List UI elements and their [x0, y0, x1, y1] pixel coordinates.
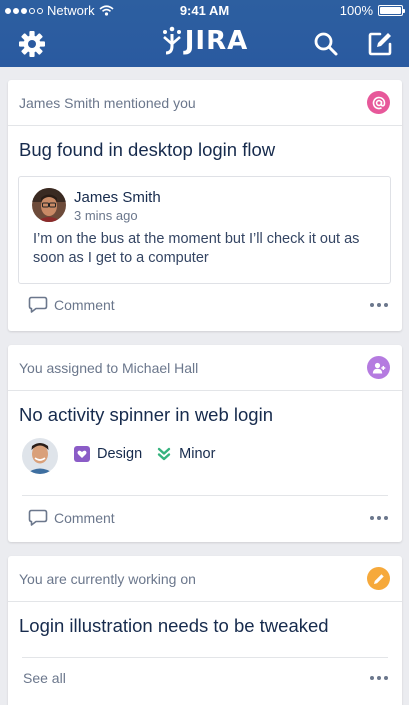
see-all-label: See all	[23, 670, 66, 686]
search-button[interactable]	[310, 28, 342, 60]
card-header: James Smith mentioned you	[8, 80, 402, 126]
card-header: You assigned to Michael Hall	[8, 345, 402, 391]
assigned-card[interactable]: You assigned to Michael Hall No activity…	[8, 345, 402, 542]
card-footer: Comment	[8, 282, 402, 328]
issue-title[interactable]: Bug found in desktop login flow	[8, 139, 286, 161]
app-header: Network 9:41 AM 100% JIRA	[0, 0, 409, 67]
comment-button-label: Comment	[54, 297, 115, 313]
issue-title[interactable]: No activity spinner in web login	[8, 404, 284, 426]
comment-preview[interactable]: James Smith 3 mins ago I’m on the bus at…	[18, 176, 391, 284]
avatar	[32, 188, 66, 222]
component-tag: Design	[74, 446, 142, 462]
mention-card[interactable]: James Smith mentioned you Bug found in d…	[8, 80, 402, 331]
heart-icon	[74, 446, 90, 462]
status-bar: Network 9:41 AM 100%	[0, 0, 409, 20]
comment-icon	[28, 509, 48, 526]
card-footer: See all	[8, 655, 402, 701]
jira-logo-text: JIRA	[184, 26, 249, 56]
issue-title[interactable]: Login illustration needs to be tweaked	[8, 615, 340, 637]
priority-tag: Minor	[156, 446, 215, 462]
compose-icon	[368, 32, 392, 56]
component-tag-label: Design	[97, 446, 143, 462]
assignee-avatar	[22, 438, 58, 474]
comment-author: James Smith	[74, 189, 161, 206]
card-header-label: James Smith mentioned you	[19, 94, 196, 111]
comment-button-label: Comment	[54, 510, 115, 526]
comment-button[interactable]: Comment	[28, 509, 115, 527]
battery-percent: 100%	[339, 3, 373, 18]
priority-tag-label: Minor	[179, 446, 216, 462]
battery-group: 100%	[339, 3, 405, 18]
search-icon	[314, 32, 338, 56]
more-options-icon[interactable]	[370, 670, 388, 686]
assign-user-badge-icon	[367, 356, 390, 379]
create-issue-button[interactable]	[364, 28, 396, 60]
issue-tags: Design Minor	[74, 446, 229, 462]
card-header: You are currently working on	[8, 556, 402, 602]
card-header-label: You are currently working on	[19, 570, 196, 587]
comment-button[interactable]: Comment	[28, 296, 115, 314]
mention-badge-icon	[367, 91, 390, 114]
pencil-badge-icon	[367, 567, 390, 590]
nav-bar: JIRA	[0, 20, 409, 67]
comment-time: 3 mins ago	[74, 208, 138, 223]
jira-logo-icon	[162, 26, 181, 55]
working-on-card[interactable]: You are currently working on Login illus…	[8, 556, 402, 705]
more-options-icon[interactable]	[370, 510, 388, 526]
card-footer: Comment	[8, 495, 402, 541]
jira-logo: JIRA	[0, 26, 409, 56]
minor-priority-icon	[157, 447, 171, 461]
comment-text: I’m on the bus at the moment but I’ll ch…	[33, 231, 360, 266]
card-header-label: You assigned to Michael Hall	[19, 359, 199, 376]
battery-icon	[378, 5, 405, 16]
see-all-link[interactable]: See all	[23, 670, 66, 686]
comment-icon	[28, 296, 48, 313]
more-options-icon[interactable]	[370, 297, 388, 313]
